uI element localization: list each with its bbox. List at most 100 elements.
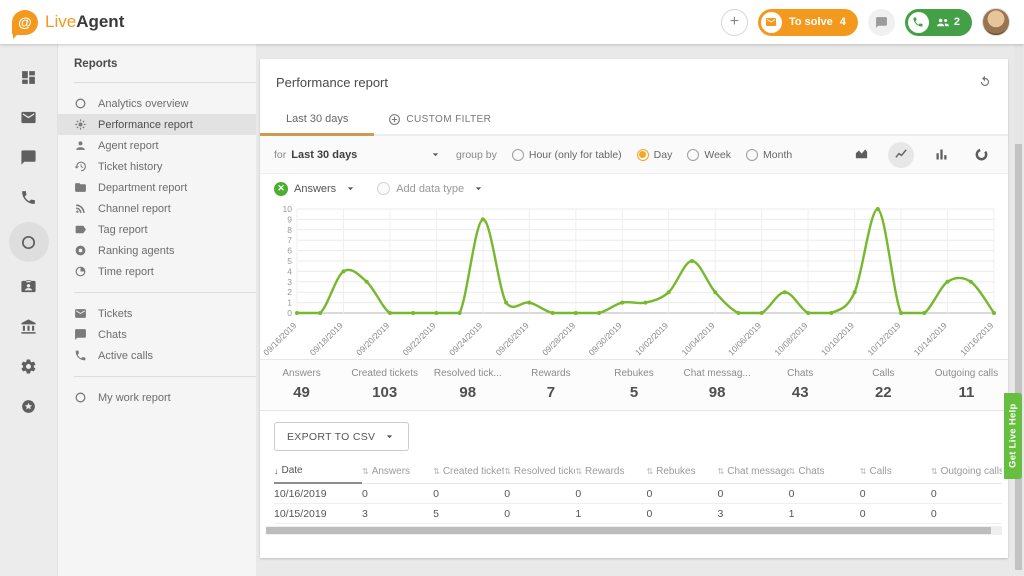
column-header-rewards[interactable]: ⇅Rewards xyxy=(575,461,646,483)
tag-icon xyxy=(74,223,87,236)
rail-item-contacts[interactable] xyxy=(9,271,49,302)
sort-icon: ⇅ xyxy=(504,467,511,476)
stat-answers: Answers49 xyxy=(260,368,343,401)
bar-chart-button[interactable] xyxy=(928,142,954,168)
rail-item-reports[interactable] xyxy=(9,222,49,262)
date-range-select[interactable]: for Last 30 days xyxy=(274,148,442,161)
sidebar-item-label: Analytics overview xyxy=(98,98,188,110)
add-button[interactable]: + xyxy=(721,9,748,36)
rail-item-billing[interactable] xyxy=(9,311,49,342)
add-data-type[interactable]: Add data type xyxy=(377,182,485,195)
target-icon xyxy=(74,244,87,257)
table-cell: 10/16/2019 xyxy=(274,488,362,500)
to-solve-badge[interactable]: To solve 4 xyxy=(758,9,858,36)
column-label: Outgoing calls xyxy=(941,466,1002,477)
table-cell: 0 xyxy=(362,488,433,500)
sidebar-item-tickets[interactable]: Tickets xyxy=(58,303,256,324)
rail-item-settings[interactable] xyxy=(9,351,49,382)
line-chart[interactable]: 01234567891009/16/201909/18/201909/20/20… xyxy=(260,201,1008,359)
calls-badge[interactable]: 2 xyxy=(905,9,972,36)
column-header-rebukes[interactable]: ⇅Rebukes xyxy=(646,461,717,483)
radio-week[interactable]: Week xyxy=(687,149,731,161)
sidebar-title: Reports xyxy=(58,58,256,82)
tab-last-30-days[interactable]: Last 30 days xyxy=(260,104,374,134)
rail-item-chats[interactable] xyxy=(9,142,49,173)
column-label: Created tickets xyxy=(443,466,504,477)
remove-icon[interactable]: ✕ xyxy=(274,182,288,196)
column-header-resolved-tickets[interactable]: ⇅Resolved tickets xyxy=(504,461,575,483)
stat-value: 7 xyxy=(509,384,592,401)
history-icon xyxy=(74,160,87,173)
column-header-answers[interactable]: ⇅Answers xyxy=(362,461,433,483)
stat-label: Calls xyxy=(842,368,925,379)
column-header-created-tickets[interactable]: ⇅Created tickets xyxy=(433,461,504,483)
main-area: Performance report Last 30 days CUSTOM F… xyxy=(256,44,1024,576)
sidebar-item-my-work-report[interactable]: My work report xyxy=(58,387,256,408)
column-label: Calls xyxy=(869,466,891,477)
h-scroll-thumb[interactable] xyxy=(266,527,991,534)
svg-text:09/20/2019: 09/20/2019 xyxy=(354,320,391,357)
liveagent-logo[interactable]: @ LiveAgent xyxy=(12,10,124,35)
donut-chart-button[interactable] xyxy=(968,142,994,168)
line-chart-button[interactable] xyxy=(888,142,914,168)
column-header-chat-messages[interactable]: ⇅Chat messages xyxy=(718,461,789,483)
radio-month[interactable]: Month xyxy=(746,149,792,161)
stat-chats: Chats43 xyxy=(759,368,842,401)
sidebar-item-department-report[interactable]: Department report xyxy=(58,177,256,198)
rail-item-addons[interactable] xyxy=(9,391,49,422)
v-scroll-thumb[interactable] xyxy=(1015,144,1022,570)
dashboard-icon xyxy=(20,69,37,86)
area-chart-button[interactable] xyxy=(848,142,874,168)
radio-day[interactable]: Day xyxy=(637,149,673,161)
sidebar-item-performance-report[interactable]: Performance report xyxy=(58,114,256,135)
caret-down-icon xyxy=(383,430,396,443)
chats-button[interactable] xyxy=(868,9,895,36)
group-by-options: Hour (only for table) Day Week Month xyxy=(512,149,792,161)
sidebar-item-analytics-overview[interactable]: Analytics overview xyxy=(58,93,256,114)
sidebar-item-channel-report[interactable]: Channel report xyxy=(58,198,256,219)
rail-item-dashboard[interactable] xyxy=(9,62,49,93)
sidebar-item-active-calls[interactable]: Active calls xyxy=(58,345,256,366)
radio-hour-only-for-table[interactable]: Hour (only for table) xyxy=(512,149,622,161)
svg-text:10/06/2019: 10/06/2019 xyxy=(726,320,763,357)
column-header-date[interactable]: ↓Date xyxy=(274,460,362,484)
stat-label: Chat messag... xyxy=(676,368,759,379)
sidebar-item-ranking-agents[interactable]: Ranking agents xyxy=(58,240,256,261)
horizontal-scrollbar[interactable] xyxy=(266,526,1002,535)
column-label: Answers xyxy=(372,466,410,477)
get-live-help-tab[interactable]: Get Live Help xyxy=(1004,393,1022,479)
table-header: ↓Date⇅Answers⇅Created tickets⇅Resolved t… xyxy=(274,460,1002,484)
radio-circle-icon[interactable] xyxy=(512,149,524,161)
sidebar-item-tag-report[interactable]: Tag report xyxy=(58,219,256,240)
phone-icon xyxy=(20,189,37,206)
sidebar-item-chats[interactable]: Chats xyxy=(58,324,256,345)
radio-label: Month xyxy=(763,149,792,161)
user-avatar[interactable] xyxy=(982,8,1010,36)
export-to-csv-button[interactable]: EXPORT TO CSV xyxy=(274,422,409,451)
table-cell: 1 xyxy=(789,508,860,520)
sidebar-item-agent-report[interactable]: Agent report xyxy=(58,135,256,156)
sidebar-item-label: My work report xyxy=(98,392,171,404)
rail-item-calls[interactable] xyxy=(9,182,49,213)
radio-circle-icon[interactable] xyxy=(746,149,758,161)
column-header-outgoing-calls[interactable]: ⇅Outgoing calls xyxy=(931,461,1002,483)
vertical-scrollbar[interactable] xyxy=(1014,44,1023,570)
table-row: 10/16/2019000000000 xyxy=(274,484,1002,504)
radio-circle-icon[interactable] xyxy=(637,149,649,161)
table-row: 10/15/2019350103100 xyxy=(274,504,1002,524)
series-chip-answers[interactable]: ✕ Answers xyxy=(274,182,357,196)
tab-custom-filter[interactable]: CUSTOM FILTER xyxy=(374,104,505,134)
rail-item-tickets[interactable] xyxy=(9,102,49,133)
sidebar-item-ticket-history[interactable]: Ticket history xyxy=(58,156,256,177)
export-label: EXPORT TO CSV xyxy=(287,431,375,443)
column-header-chats[interactable]: ⇅Chats xyxy=(789,461,860,483)
column-header-calls[interactable]: ⇅Calls xyxy=(860,461,931,483)
stat-value: 98 xyxy=(676,384,759,401)
refresh-button[interactable] xyxy=(978,75,992,92)
sidebar-section-2: Tickets Chats Active calls xyxy=(58,293,256,376)
radio-circle-icon[interactable] xyxy=(687,149,699,161)
ring-icon xyxy=(20,234,37,251)
sidebar-item-time-report[interactable]: Time report xyxy=(58,261,256,282)
sidebar-item-label: Chats xyxy=(98,329,127,341)
table-cell: 0 xyxy=(860,488,931,500)
